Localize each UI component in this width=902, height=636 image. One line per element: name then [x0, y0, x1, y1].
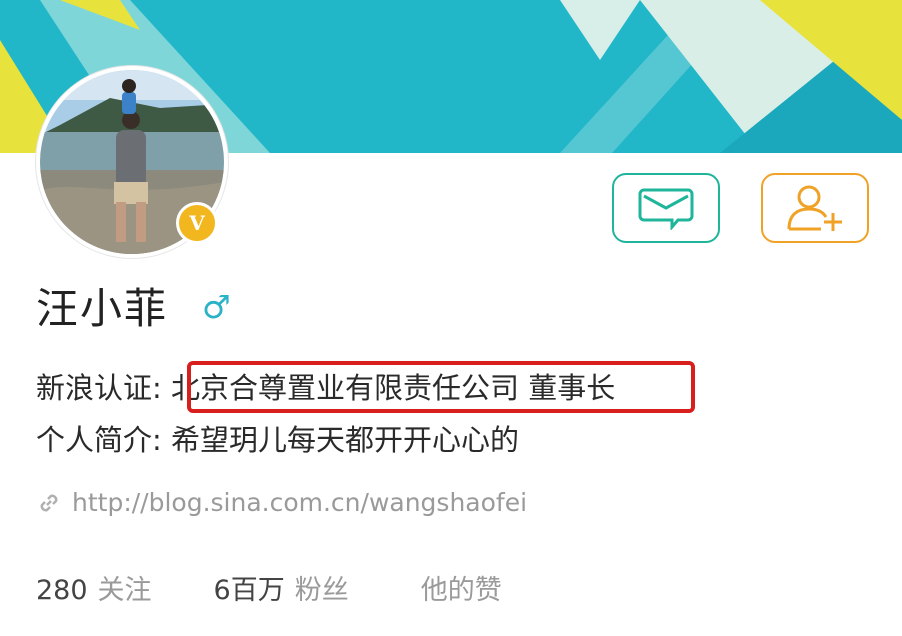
likes-stat[interactable]: 他的赞 — [421, 568, 502, 607]
certification-label: 新浪认证: — [36, 371, 162, 405]
verified-badge-icon: V — [176, 202, 218, 244]
male-gender-icon: ♂ — [202, 288, 231, 326]
message-button[interactable] — [612, 173, 720, 243]
add-user-icon — [787, 185, 842, 231]
blog-link[interactable]: http://blog.sina.com.cn/wangshaofei — [36, 488, 527, 517]
blog-url[interactable]: http://blog.sina.com.cn/wangshaofei — [72, 488, 527, 517]
bio-value: 希望玥儿每天都开开心心的 — [171, 423, 520, 457]
following-label: 关注 — [97, 575, 152, 606]
profile-name: 汪小菲 — [36, 284, 169, 333]
link-icon — [40, 494, 58, 511]
following-stat[interactable]: 280 关注 — [36, 568, 152, 607]
followers-count: 6百万 — [213, 575, 285, 606]
stats-row: 280 关注 6百万 粉丝 他的赞 — [36, 568, 502, 607]
highlight-box — [187, 361, 695, 413]
follow-button[interactable] — [761, 173, 869, 243]
bio-row: 个人简介: 希望玥儿每天都开开心心的 — [36, 420, 519, 460]
followers-stat[interactable]: 6百万 粉丝 — [214, 568, 349, 607]
following-count: 280 — [36, 575, 88, 606]
bio-label: 个人简介: — [36, 423, 162, 457]
message-icon — [638, 188, 694, 230]
followers-label: 粉丝 — [294, 575, 349, 606]
likes-label: 他的赞 — [420, 575, 502, 606]
